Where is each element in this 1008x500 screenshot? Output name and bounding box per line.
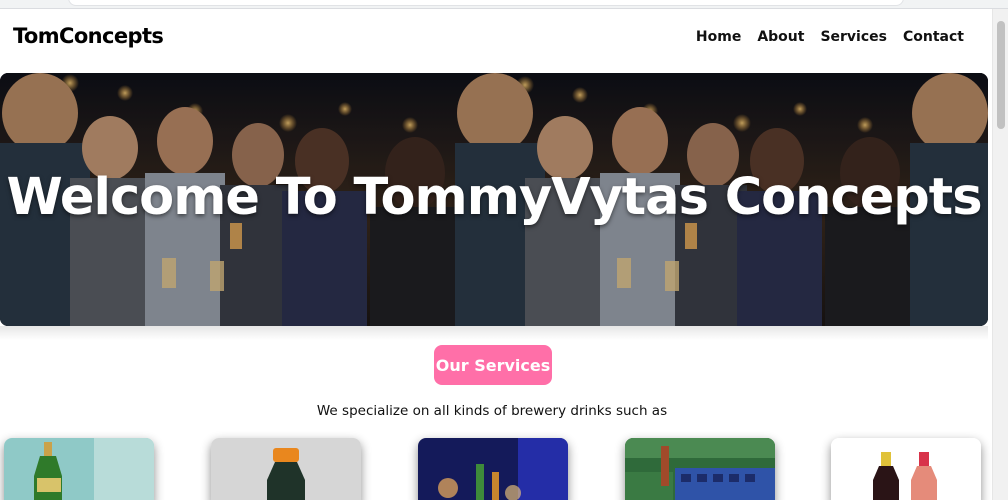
hero-shadow (0, 326, 988, 340)
nav-about[interactable]: About (757, 29, 804, 45)
scrollbar[interactable] (992, 9, 1008, 500)
nav-contact[interactable]: Contact (903, 29, 964, 45)
bar-beer-bottle-icon (418, 438, 568, 500)
nav-home[interactable]: Home (696, 29, 741, 45)
dark-bottle-orange-cap-icon (211, 438, 361, 500)
scrollbar-thumb[interactable] (997, 21, 1005, 129)
brand-logo[interactable]: TomConcepts (13, 24, 164, 48)
services-description: We specialize on all kinds of brewery dr… (316, 403, 668, 419)
browser-chrome (0, 0, 1008, 9)
product-card-5[interactable] (831, 438, 981, 500)
product-card-1[interactable] (4, 438, 154, 500)
hero-banner: Welcome To TommyVytas Concepts (0, 73, 988, 326)
green-beer-bottle-icon (4, 438, 154, 500)
product-card-4[interactable] (625, 438, 775, 500)
product-card-2[interactable] (211, 438, 361, 500)
address-bar[interactable] (68, 0, 904, 6)
product-cards (0, 438, 992, 500)
nav-services[interactable]: Services (820, 29, 887, 45)
wine-bottles-icon (831, 438, 981, 500)
main-nav: Home About Services Contact (696, 29, 964, 45)
hero-title: Welcome To TommyVytas Concepts (6, 168, 982, 227)
site-header: TomConcepts Home About Services Contact (0, 9, 992, 71)
our-services-button[interactable]: Our Services (434, 345, 552, 385)
beer-crate-icon (625, 438, 775, 500)
product-card-3[interactable] (418, 438, 568, 500)
